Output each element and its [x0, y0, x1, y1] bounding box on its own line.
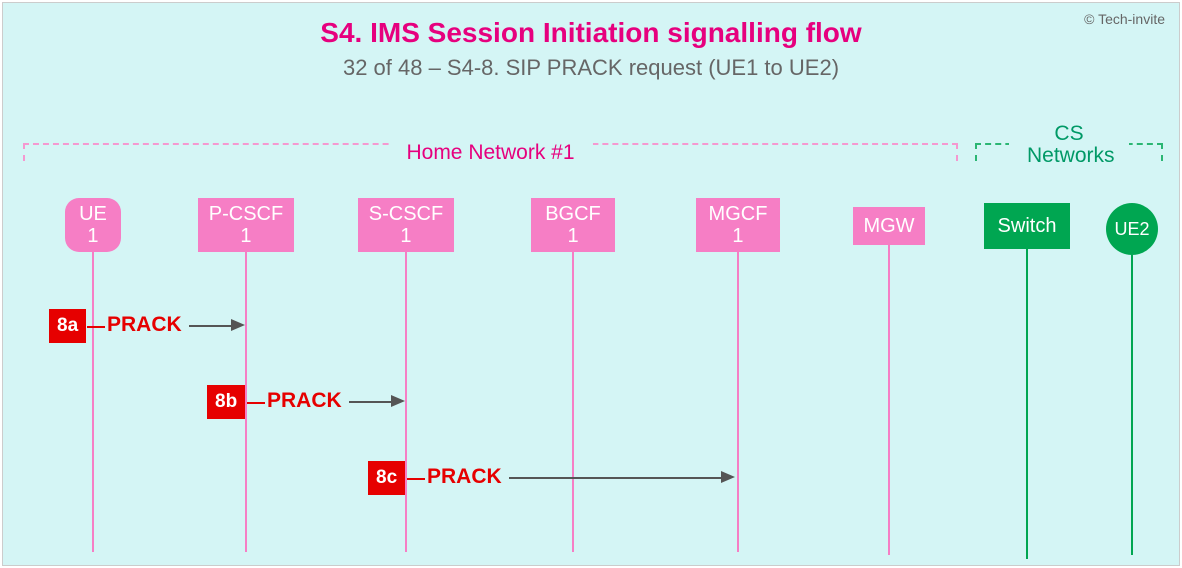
step-badge-8b: 8b [207, 385, 245, 419]
diagram-canvas: © Tech-invite S4. IMS Session Initiation… [2, 2, 1180, 566]
node-ue1: UE 1 [65, 198, 121, 252]
diagram-title: S4. IMS Session Initiation signalling fl… [3, 17, 1179, 49]
group-bracket-home: Home Network #1 [23, 143, 958, 161]
lifeline-mgw [888, 245, 890, 555]
step-conn-8b [247, 402, 265, 404]
lifeline-switch [1026, 249, 1028, 559]
node-mgw: MGW [853, 207, 925, 245]
lifeline-bgcf1 [572, 252, 574, 552]
arrow-8b [349, 401, 393, 403]
step-badge-8a: 8a [49, 309, 86, 343]
diagram-subtitle: 32 of 48 – S4-8. SIP PRACK request (UE1 … [3, 55, 1179, 81]
node-switch: Switch [984, 203, 1070, 249]
node-pcscf1: P-CSCF 1 [198, 198, 294, 252]
arrow-8c [509, 477, 723, 479]
node-ue2: UE2 [1106, 203, 1158, 255]
step-msg-8b: PRACK [267, 389, 342, 413]
group-bracket-cs: CS Networks [975, 143, 1163, 161]
group-label-home: Home Network #1 [388, 141, 592, 165]
node-bgcf1: BGCF 1 [531, 198, 615, 252]
arrowhead-8a [231, 319, 245, 331]
lifeline-mgcf1 [737, 252, 739, 552]
node-mgcf1: MGCF 1 [696, 198, 780, 252]
step-msg-8c: PRACK [427, 465, 502, 489]
lifeline-ue2 [1131, 255, 1133, 555]
arrowhead-8b [391, 395, 405, 407]
node-scscf1: S-CSCF 1 [358, 198, 454, 252]
step-conn-8c [407, 478, 425, 480]
arrow-8a [189, 325, 233, 327]
lifeline-ue1 [92, 252, 94, 552]
step-conn-8a [87, 326, 105, 328]
arrowhead-8c [721, 471, 735, 483]
group-label-cs: CS Networks [1009, 123, 1129, 167]
step-badge-8c: 8c [368, 461, 405, 495]
lifeline-scscf1 [405, 252, 407, 552]
step-msg-8a: PRACK [107, 313, 182, 337]
